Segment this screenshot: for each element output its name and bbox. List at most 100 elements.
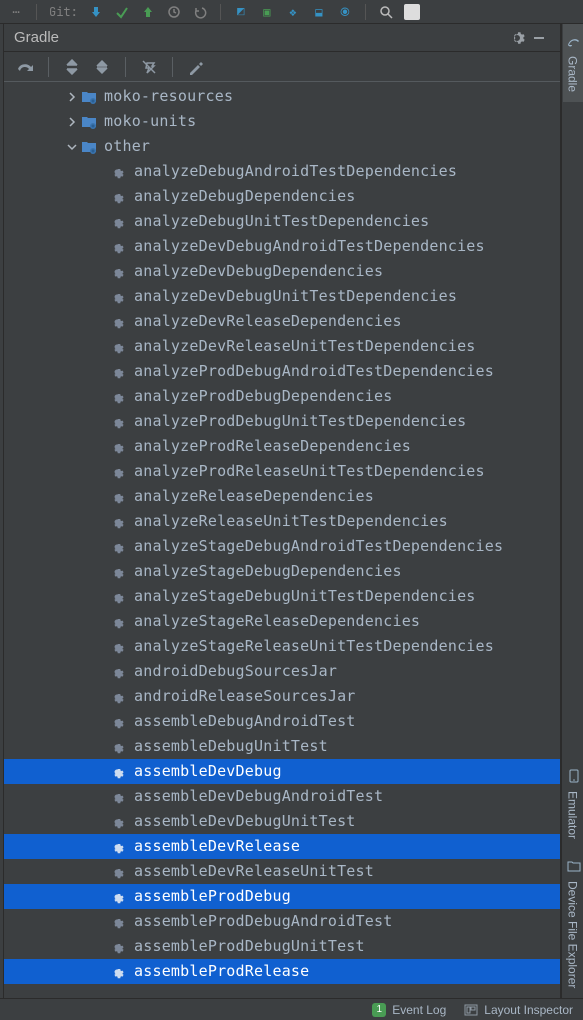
gradle-task[interactable]: analyzeDevReleaseDependencies <box>4 309 560 334</box>
task-label: analyzeStageDebugDependencies <box>134 559 402 584</box>
gradle-task[interactable]: analyzeDevDebugDependencies <box>4 259 560 284</box>
status-layout-inspector[interactable]: Layout Inspector <box>464 1003 573 1017</box>
vcs-push-icon[interactable] <box>140 4 156 20</box>
task-label: androidDebugSourcesJar <box>134 659 337 684</box>
gradle-task[interactable]: analyzeProdDebugDependencies <box>4 384 560 409</box>
folder-label: other <box>104 134 150 159</box>
toolbar-icon-e[interactable]: 🞊 <box>337 4 353 20</box>
gear-icon <box>108 963 126 981</box>
gear-icon <box>108 588 126 606</box>
gear-icon <box>108 313 126 331</box>
tree-folder[interactable]: moko-units <box>4 109 560 134</box>
toolbar-icon-c[interactable]: ❖ <box>285 4 301 20</box>
gear-icon <box>108 613 126 631</box>
tab-gradle[interactable]: Gradle <box>563 24 583 102</box>
task-label: analyzeProdDebugUnitTestDependencies <box>134 409 466 434</box>
gradle-task[interactable]: assembleDevDebugUnitTest <box>4 809 560 834</box>
gradle-task[interactable]: assembleProdDebugUnitTest <box>4 934 560 959</box>
chevron-right-icon[interactable] <box>64 117 80 127</box>
gradle-task[interactable]: assembleDevReleaseUnitTest <box>4 859 560 884</box>
toolbar-icon-b[interactable]: ▣ <box>259 4 275 20</box>
gradle-task[interactable]: assembleDevDebug <box>4 759 560 784</box>
gradle-task[interactable]: analyzeStageReleaseDependencies <box>4 609 560 634</box>
gear-icon <box>108 263 126 281</box>
vcs-history-icon[interactable] <box>166 4 182 20</box>
task-label: analyzeDevDebugUnitTestDependencies <box>134 284 457 309</box>
task-label: analyzeProdReleaseUnitTestDependencies <box>134 459 485 484</box>
gear-icon <box>108 913 126 931</box>
tab-gradle-label: Gradle <box>566 56 580 92</box>
vcs-commit-icon[interactable] <box>114 4 130 20</box>
gradle-task[interactable]: assembleProdDebugAndroidTest <box>4 909 560 934</box>
gear-icon <box>108 188 126 206</box>
gradle-task[interactable]: androidReleaseSourcesJar <box>4 684 560 709</box>
vcs-update-icon[interactable] <box>88 4 104 20</box>
gradle-task[interactable]: analyzeDevReleaseUnitTestDependencies <box>4 334 560 359</box>
task-label: analyzeDebugDependencies <box>134 184 356 209</box>
status-event-log[interactable]: 1 Event Log <box>372 1003 446 1017</box>
gradle-task[interactable]: analyzeProdReleaseUnitTestDependencies <box>4 459 560 484</box>
gradle-task[interactable]: analyzeDebugDependencies <box>4 184 560 209</box>
gradle-task[interactable]: analyzeProdDebugUnitTestDependencies <box>4 409 560 434</box>
module-folder-icon <box>80 88 98 106</box>
gear-icon <box>108 763 126 781</box>
gradle-task[interactable]: analyzeReleaseUnitTestDependencies <box>4 509 560 534</box>
search-icon[interactable] <box>378 4 394 20</box>
task-label: assembleDevDebugUnitTest <box>134 809 356 834</box>
gradle-task[interactable]: androidDebugSourcesJar <box>4 659 560 684</box>
panel-minimize-icon[interactable] <box>528 27 550 49</box>
chevron-down-icon[interactable] <box>64 142 80 152</box>
gradle-toolbar <box>4 52 560 82</box>
gradle-task[interactable]: analyzeDebugAndroidTestDependencies <box>4 159 560 184</box>
gear-icon <box>108 538 126 556</box>
toolbar-icon-a[interactable]: ◩ <box>233 4 249 20</box>
gradle-task[interactable]: assembleProdRelease <box>4 959 560 984</box>
gradle-task[interactable]: analyzeProdDebugAndroidTestDependencies <box>4 359 560 384</box>
gradle-task[interactable]: analyzeStageReleaseUnitTestDependencies <box>4 634 560 659</box>
gradle-task[interactable]: analyzeStageDebugUnitTestDependencies <box>4 584 560 609</box>
task-label: analyzeStageDebugAndroidTestDependencies <box>134 534 503 559</box>
gradle-task[interactable]: analyzeDevDebugUnitTestDependencies <box>4 284 560 309</box>
gradle-task[interactable]: assembleDevDebugAndroidTest <box>4 784 560 809</box>
menu-more-icon: ⋯ <box>8 4 24 20</box>
gradle-refresh-icon[interactable] <box>12 54 38 80</box>
chevron-right-icon[interactable] <box>64 92 80 102</box>
task-label: analyzeProdReleaseDependencies <box>134 434 411 459</box>
gradle-task-tree[interactable]: moko-resourcesmoko-unitsotheranalyzeDebu… <box>4 82 560 998</box>
toolbar-icon-d[interactable]: ⬓ <box>311 4 327 20</box>
gear-icon <box>108 238 126 256</box>
tree-folder[interactable]: moko-resources <box>4 84 560 109</box>
task-label: androidReleaseSourcesJar <box>134 684 356 709</box>
task-label: assembleDebugUnitTest <box>134 734 328 759</box>
gradle-task[interactable]: analyzeProdReleaseDependencies <box>4 434 560 459</box>
toggle-offline-icon[interactable] <box>136 54 162 80</box>
gradle-task[interactable]: analyzeStageDebugAndroidTestDependencies <box>4 534 560 559</box>
gradle-task[interactable]: analyzeDebugUnitTestDependencies <box>4 209 560 234</box>
tab-emulator[interactable]: Emulator <box>563 759 583 849</box>
task-label: analyzeDevDebugAndroidTestDependencies <box>134 234 485 259</box>
expand-all-icon[interactable] <box>59 54 85 80</box>
gradle-task[interactable]: analyzeDevDebugAndroidTestDependencies <box>4 234 560 259</box>
gradle-task[interactable]: assembleDebugUnitTest <box>4 734 560 759</box>
gradle-build-settings-icon[interactable] <box>183 54 209 80</box>
git-label: Git: <box>49 4 78 20</box>
folder-label: moko-units <box>104 109 196 134</box>
tab-dfe-label: Device File Explorer <box>566 881 580 988</box>
layout-inspector-label: Layout Inspector <box>484 1003 573 1017</box>
panel-settings-icon[interactable] <box>506 27 528 49</box>
task-label: assembleDevRelease <box>134 834 300 859</box>
gear-icon <box>108 838 126 856</box>
gradle-task[interactable]: analyzeReleaseDependencies <box>4 484 560 509</box>
collapse-all-icon[interactable] <box>89 54 115 80</box>
gradle-task[interactable]: analyzeStageDebugDependencies <box>4 559 560 584</box>
profile-icon[interactable] <box>404 4 420 20</box>
vcs-rollback-icon[interactable] <box>192 4 208 20</box>
gradle-task[interactable]: assembleDevRelease <box>4 834 560 859</box>
tab-device-file-explorer[interactable]: Device File Explorer <box>563 849 583 998</box>
ide-top-toolbar: ⋯ Git: ◩ ▣ ❖ ⬓ 🞊 <box>0 0 583 24</box>
gear-icon <box>108 738 126 756</box>
gradle-task[interactable]: assembleDebugAndroidTest <box>4 709 560 734</box>
gradle-task[interactable]: assembleProdDebug <box>4 884 560 909</box>
gear-icon <box>108 863 126 881</box>
tree-folder[interactable]: other <box>4 134 560 159</box>
